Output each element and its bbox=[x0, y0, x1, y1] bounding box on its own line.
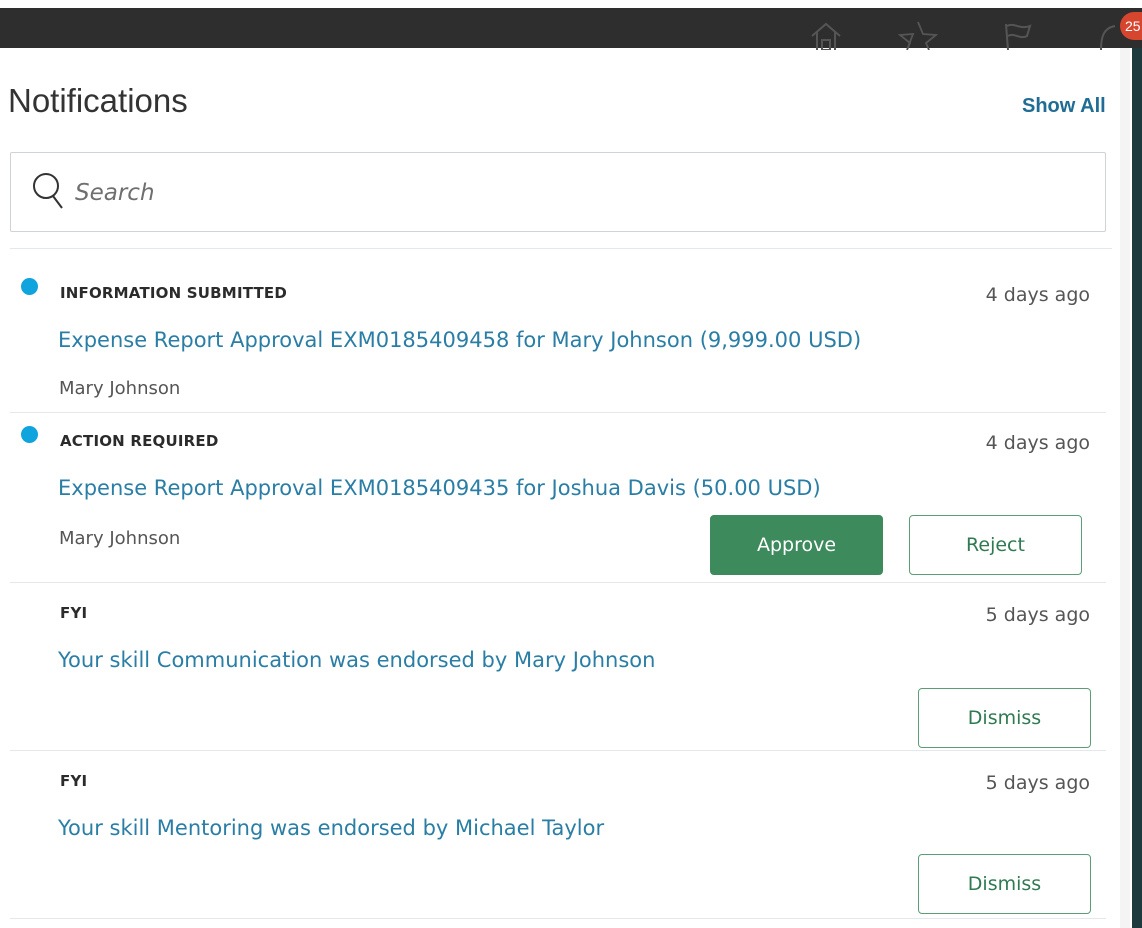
notification-item: INFORMATION SUBMITTED 4 days ago Expense… bbox=[0, 264, 1112, 412]
star-icon[interactable] bbox=[898, 20, 938, 50]
flag-icon[interactable] bbox=[998, 20, 1038, 50]
search-input[interactable] bbox=[75, 173, 1075, 213]
panel-title: Notifications bbox=[8, 82, 188, 119]
panel-right-gutter bbox=[1120, 48, 1130, 928]
notification-category: FYI bbox=[60, 604, 88, 622]
dismiss-button[interactable]: Dismiss bbox=[918, 854, 1091, 914]
divider bbox=[10, 750, 1106, 751]
search-icon bbox=[29, 171, 69, 211]
notification-subject-link[interactable]: Your skill Communication was endorsed by… bbox=[58, 648, 655, 672]
notification-sender: Mary Johnson bbox=[59, 378, 181, 399]
reject-button[interactable]: Reject bbox=[909, 515, 1082, 575]
notification-category: ACTION REQUIRED bbox=[60, 432, 219, 450]
notification-category: INFORMATION SUBMITTED bbox=[60, 284, 288, 302]
notification-time: 4 days ago bbox=[985, 432, 1090, 454]
notification-item: ACTION REQUIRED 4 days ago Expense Repor… bbox=[0, 414, 1112, 582]
notification-item: FYI 5 days ago Your skill Mentoring was … bbox=[0, 752, 1112, 918]
notification-time: 5 days ago bbox=[985, 772, 1090, 794]
notification-count-badge: 25 bbox=[1120, 12, 1142, 40]
approve-button[interactable]: Approve bbox=[710, 515, 883, 575]
top-bar bbox=[0, 8, 1142, 48]
notification-subject-link[interactable]: Expense Report Approval EXM0185409458 fo… bbox=[58, 328, 861, 352]
divider bbox=[10, 248, 1112, 249]
notification-subject-link[interactable]: Expense Report Approval EXM0185409435 fo… bbox=[58, 476, 821, 500]
unread-indicator bbox=[21, 278, 38, 295]
notifications-page: 25 Notifications Show All INFORMATION SU… bbox=[0, 0, 1142, 928]
divider bbox=[10, 582, 1106, 583]
show-all-link[interactable]: Show All bbox=[1022, 95, 1106, 118]
notification-sender: Mary Johnson bbox=[59, 528, 181, 549]
dismiss-button[interactable]: Dismiss bbox=[918, 688, 1091, 748]
unread-indicator bbox=[21, 426, 38, 443]
notification-time: 5 days ago bbox=[985, 604, 1090, 626]
notification-time: 4 days ago bbox=[985, 284, 1090, 306]
notification-item: FYI 5 days ago Your skill Communication … bbox=[0, 584, 1112, 750]
search-box[interactable] bbox=[10, 152, 1106, 232]
divider bbox=[10, 918, 1106, 919]
notification-subject-link[interactable]: Your skill Mentoring was endorsed by Mic… bbox=[58, 816, 604, 840]
home-icon[interactable] bbox=[806, 20, 846, 50]
notification-category: FYI bbox=[60, 772, 88, 790]
divider bbox=[10, 412, 1106, 413]
page-right-edge bbox=[1130, 48, 1142, 928]
